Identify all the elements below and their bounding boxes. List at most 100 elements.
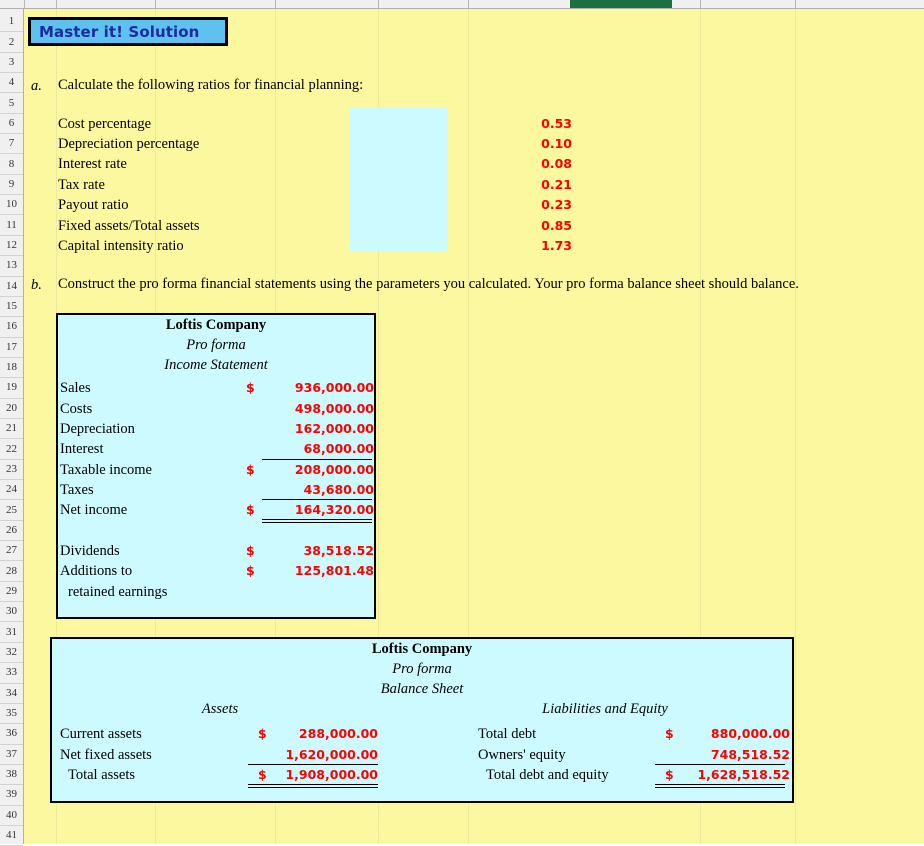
row-header-4[interactable]: 4 — [0, 73, 23, 94]
income-total-double-rule — [262, 519, 372, 524]
balance-sheet-subtitle-2: Balance Sheet — [380, 681, 464, 697]
income-statement-subtitle-1: Pro forma — [186, 337, 246, 353]
row-header-21[interactable]: 21 — [0, 419, 23, 440]
assets-heading: Assets — [201, 701, 239, 717]
row-header-38[interactable]: 38 — [0, 765, 23, 786]
assets-label-2: Total assets — [68, 766, 136, 783]
row-header-30[interactable]: 30 — [0, 602, 23, 623]
part-a-marker: a. — [31, 78, 42, 94]
distribution-value-0: 38,518.52 — [303, 543, 374, 559]
row-header-23[interactable]: 23 — [0, 460, 23, 481]
selected-column-header[interactable] — [570, 0, 672, 8]
row-header-31[interactable]: 31 — [0, 623, 23, 643]
row-header-10[interactable]: 10 — [0, 195, 23, 216]
part-b-marker: b. — [31, 277, 42, 293]
row-header-29[interactable]: 29 — [0, 582, 23, 603]
distribution-value-1: 125,801.48 — [294, 563, 374, 579]
banner-title: Master it! Solution — [39, 22, 200, 41]
row-header-19[interactable]: 19 — [0, 378, 23, 399]
income-row-value-1: 498,000.00 — [294, 400, 374, 416]
row-header-27[interactable]: 27 — [0, 541, 23, 562]
income-row-value-5: 43,680.00 — [303, 482, 374, 498]
row-header-33[interactable]: 33 — [0, 663, 23, 684]
column-divider[interactable] — [56, 0, 57, 8]
ratio-value-3: 0.21 — [541, 176, 572, 192]
liabilities-subtotal-rule — [655, 763, 785, 765]
assets-label-0: Current assets — [60, 726, 142, 743]
row-header-7[interactable]: 7 — [0, 134, 23, 155]
liabilities-value-1: 748,518.52 — [710, 746, 790, 762]
assets-value-0: 288,000.00 — [298, 726, 378, 742]
row-header-15[interactable]: 15 — [0, 297, 23, 318]
liabilities-total-double-rule — [655, 783, 785, 788]
income-row-value-4: 208,000.00 — [294, 461, 374, 477]
liabilities-heading: Liabilities and Equity — [542, 701, 668, 717]
column-divider[interactable] — [468, 0, 469, 8]
ratio-value-2: 0.08 — [541, 156, 572, 172]
row-header-12[interactable]: 12 — [0, 236, 23, 257]
row-header-1[interactable]: 1 — [0, 12, 23, 33]
column-divider[interactable] — [24, 0, 25, 8]
liabilities-label-0: Total debt — [478, 726, 537, 743]
income-row-label-6: Net income — [60, 502, 128, 519]
ratio-value-1: 0.10 — [541, 136, 572, 152]
row-header-32[interactable]: 32 — [0, 643, 23, 664]
row-header-9[interactable]: 9 — [0, 175, 23, 196]
row-header-16[interactable]: 16 — [0, 317, 23, 338]
row-header-22[interactable]: 22 — [0, 439, 23, 460]
liabilities-value-2: 1,628,518.52 — [697, 766, 790, 782]
row-header-28[interactable]: 28 — [0, 561, 23, 582]
ratios-value-panel — [350, 107, 448, 251]
column-divider[interactable] — [700, 0, 701, 8]
ratio-label-1: Depreciation percentage — [58, 136, 200, 153]
column-divider[interactable] — [378, 0, 379, 8]
income-row-label-1: Costs — [60, 400, 93, 417]
row-header-6[interactable]: 6 — [0, 114, 23, 135]
income-row-label-5: Taxes — [60, 482, 94, 499]
row-header-2[interactable]: 2 — [0, 32, 23, 53]
row-header-5[interactable]: 5 — [0, 93, 23, 114]
row-header-8[interactable]: 8 — [0, 154, 23, 175]
row-header-41[interactable]: 41 — [0, 826, 23, 846]
row-header-25[interactable]: 25 — [0, 500, 23, 521]
row-header-26[interactable]: 26 — [0, 521, 23, 542]
income-row-value-6: 164,320.00 — [294, 502, 374, 518]
column-divider[interactable] — [795, 0, 796, 8]
row-header-36[interactable]: 36 — [0, 724, 23, 745]
row-header-3[interactable]: 3 — [0, 53, 23, 74]
ratio-label-2: Interest rate — [58, 156, 127, 173]
row-header-14[interactable]: 14 — [0, 277, 23, 297]
ratio-label-3: Tax rate — [58, 176, 105, 193]
income-row-value-2: 162,000.00 — [294, 421, 374, 436]
distribution-label-1: Additions to — [60, 563, 133, 580]
ratio-value-6: 1.73 — [541, 237, 572, 253]
row-header-24[interactable]: 24 — [0, 480, 23, 501]
row-header-34[interactable]: 34 — [0, 684, 23, 704]
income-row-label-4: Taxable income — [60, 461, 152, 478]
ratio-label-4: Payout ratio — [58, 197, 129, 214]
row-header-40[interactable]: 40 — [0, 806, 23, 826]
row-header-37[interactable]: 37 — [0, 745, 23, 765]
income-statement-company: Loftis Company — [165, 317, 267, 333]
assets-value-1: 1,620,000.00 — [285, 746, 378, 762]
row-header-gutter[interactable]: 1 2 3 4 5 6 7 8 9 10 11 12 13 14 15 16 17 18 19 20 21 22 23 24 2… — [0, 9, 24, 846]
row-header-13[interactable]: 13 — [0, 256, 23, 277]
row-header-39[interactable]: 39 — [0, 785, 23, 806]
income-row-value-0: 936,000.00 — [294, 380, 374, 396]
column-divider[interactable] — [275, 0, 276, 8]
row-header-18[interactable]: 18 — [0, 358, 23, 379]
income-row-value-3: 68,000.00 — [303, 441, 374, 457]
ratio-label-0: Cost percentage — [58, 115, 152, 132]
row-header-35[interactable]: 35 — [0, 704, 23, 725]
column-header-strip[interactable] — [0, 0, 924, 9]
distribution-label-continuation: retained earnings — [68, 583, 168, 600]
gridline — [795, 9, 796, 844]
income-statement-subtitle-2: Income Statement — [164, 357, 268, 373]
row-header-17[interactable]: 17 — [0, 338, 23, 358]
assets-subtotal-rule — [248, 763, 378, 765]
row-header-20[interactable]: 20 — [0, 399, 23, 419]
assets-total-double-rule — [248, 783, 378, 788]
column-divider[interactable] — [155, 0, 156, 8]
master-it-solution-banner[interactable]: Master it! Solution — [28, 17, 228, 46]
row-header-11[interactable]: 11 — [0, 216, 23, 236]
